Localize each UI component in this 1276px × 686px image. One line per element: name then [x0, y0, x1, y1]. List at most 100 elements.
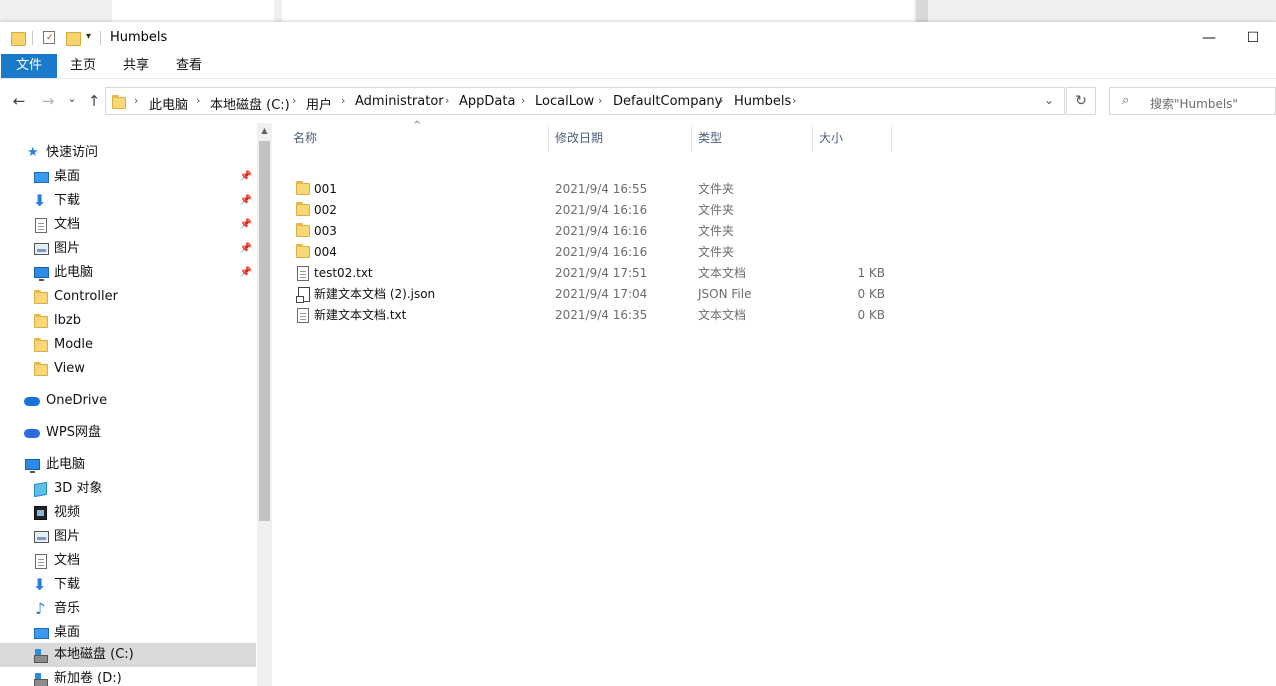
nav-item-documents-pc[interactable]: 文档: [0, 549, 252, 573]
refresh-button[interactable]: ↻: [1066, 87, 1096, 115]
file-row[interactable]: 004 2021/9/4 16:16 文件夹: [292, 242, 892, 263]
back-button[interactable]: ←: [9, 92, 29, 110]
address-bar[interactable]: › 此电脑 › 本地磁盘 (C:) › 用户 › Administrator ›…: [105, 87, 1065, 115]
nav-item-pictures[interactable]: 图片 📌: [0, 237, 252, 261]
pin-icon[interactable]: 📌: [240, 213, 252, 237]
onedrive-cloud-icon: [24, 397, 40, 406]
folder-icon: [296, 244, 310, 258]
column-divider[interactable]: [891, 125, 892, 151]
file-type: 文件夹: [698, 245, 735, 259]
breadcrumb-users[interactable]: 用户: [306, 94, 332, 113]
file-row[interactable]: test02.txt 2021/9/4 17:51 文本文档 1 KB: [292, 263, 892, 284]
forward-button[interactable]: →: [38, 92, 58, 110]
nav-item-new-volume-d[interactable]: 新加卷 (D:): [0, 667, 252, 686]
nav-item-downloads-pc[interactable]: ⬇ 下载: [0, 573, 252, 597]
minimize-button[interactable]: —: [1186, 22, 1232, 54]
column-header-date[interactable]: 修改日期: [555, 128, 603, 148]
desktop-icon: [34, 628, 49, 639]
pin-icon[interactable]: 📌: [240, 165, 252, 189]
file-row[interactable]: 001 2021/9/4 16:55 文件夹: [292, 179, 892, 200]
scroll-thumb[interactable]: [259, 141, 270, 521]
file-row[interactable]: 新建文本文档.txt 2021/9/4 16:35 文本文档 0 KB: [292, 305, 892, 326]
column-divider[interactable]: [548, 125, 549, 151]
nav-this-pc[interactable]: 此电脑: [0, 453, 252, 477]
search-input[interactable]: ⌕ 搜索"Humbels": [1109, 87, 1276, 115]
nav-item-documents[interactable]: 文档 📌: [0, 213, 252, 237]
recent-locations-button[interactable]: ⌄: [62, 92, 82, 105]
file-type: JSON File: [698, 287, 752, 301]
pin-icon[interactable]: 📌: [240, 189, 252, 213]
up-button[interactable]: ↑: [84, 92, 104, 110]
file-date: 2021/9/4 16:16: [555, 224, 648, 238]
breadcrumb-separator[interactable]: ›: [341, 94, 345, 107]
text-file-icon: [297, 266, 309, 281]
breadcrumb-separator[interactable]: ›: [196, 94, 200, 107]
maximize-button[interactable]: ☐: [1230, 22, 1276, 54]
breadcrumb-administrator[interactable]: Administrator: [355, 94, 444, 109]
tab-share[interactable]: 共享: [110, 54, 162, 78]
column-header-name[interactable]: 名称: [293, 128, 317, 148]
column-divider[interactable]: [691, 125, 692, 151]
video-icon: [34, 506, 47, 520]
nav-onedrive[interactable]: OneDrive: [0, 389, 252, 413]
file-name: 004: [314, 245, 337, 259]
file-size: 1 KB: [857, 266, 885, 280]
document-icon: [35, 554, 47, 569]
nav-label: 3D 对象: [54, 481, 103, 496]
nav-item-local-disk-c[interactable]: 本地磁盘 (C:): [0, 643, 252, 667]
breadcrumb-this-pc[interactable]: 此电脑: [149, 94, 188, 113]
file-name: 001: [314, 182, 337, 196]
nav-label: 图片: [54, 241, 81, 256]
tab-file[interactable]: 文件: [1, 54, 57, 78]
breadcrumb-separator[interactable]: ›: [521, 94, 525, 107]
customize-toolbar-icon[interactable]: ▾: [86, 31, 91, 42]
nav-item-controller[interactable]: Controller: [0, 285, 252, 309]
breadcrumb-appdata[interactable]: AppData: [459, 94, 515, 109]
address-dropdown-button[interactable]: ⌄: [1044, 93, 1054, 107]
breadcrumb-defaultcompany[interactable]: DefaultCompany: [613, 94, 722, 109]
file-name: 新建文本文档 (2).json: [314, 287, 436, 301]
navigation-scrollbar[interactable]: ▲: [257, 123, 272, 686]
breadcrumb-local-disk[interactable]: 本地磁盘 (C:): [210, 94, 290, 113]
pin-icon[interactable]: 📌: [240, 237, 252, 261]
breadcrumb-separator[interactable]: ›: [292, 94, 296, 107]
file-row[interactable]: 新建文本文档 (2).json 2021/9/4 17:04 JSON File…: [292, 284, 892, 305]
breadcrumb-locallow[interactable]: LocalLow: [535, 94, 594, 109]
nav-item-this-pc-pinned[interactable]: 此电脑 📌: [0, 261, 252, 285]
nav-item-view[interactable]: View: [0, 357, 252, 381]
nav-item-downloads[interactable]: ⬇ 下载 📌: [0, 189, 252, 213]
nav-item-music[interactable]: ♪ 音乐: [0, 597, 252, 621]
wps-cloud-icon: [24, 429, 40, 438]
new-folder-icon[interactable]: [66, 32, 81, 46]
file-type: 文件夹: [698, 182, 735, 196]
breadcrumb-separator[interactable]: ›: [134, 94, 138, 107]
nav-item-videos[interactable]: 视频: [0, 501, 252, 525]
nav-label: 文档: [54, 553, 81, 568]
properties-icon[interactable]: ✓: [43, 31, 55, 44]
nav-item-desktop[interactable]: 桌面 📌: [0, 165, 252, 189]
breadcrumb-separator[interactable]: ›: [792, 94, 796, 107]
nav-item-3d-objects[interactable]: 3D 对象: [0, 477, 252, 501]
nav-label: lbzb: [54, 313, 81, 328]
nav-item-desktop-pc[interactable]: 桌面: [0, 621, 252, 645]
file-row[interactable]: 003 2021/9/4 16:16 文件夹: [292, 221, 892, 242]
column-header-size[interactable]: 大小: [819, 128, 843, 148]
tab-view[interactable]: 查看: [164, 54, 214, 78]
scroll-up-button[interactable]: ▲: [257, 123, 272, 139]
file-row[interactable]: 002 2021/9/4 16:16 文件夹: [292, 200, 892, 221]
nav-item-pictures-pc[interactable]: 图片: [0, 525, 252, 549]
tab-home[interactable]: 主页: [58, 54, 108, 78]
breadcrumb-separator[interactable]: ›: [445, 94, 449, 107]
nav-item-modle[interactable]: Modle: [0, 333, 252, 357]
column-header-type[interactable]: 类型: [698, 128, 722, 148]
column-divider[interactable]: [812, 125, 813, 151]
nav-item-lbzb[interactable]: lbzb: [0, 309, 252, 333]
pin-icon[interactable]: 📌: [240, 261, 252, 285]
nav-wps[interactable]: WPS网盘: [0, 421, 252, 445]
folder-icon: [34, 290, 48, 304]
file-name: 003: [314, 224, 337, 238]
breadcrumb-humbels[interactable]: Humbels: [734, 94, 791, 109]
breadcrumb-separator[interactable]: ›: [598, 94, 602, 107]
nav-quick-access[interactable]: ★ 快速访问: [0, 141, 250, 165]
breadcrumb-separator[interactable]: ›: [719, 94, 723, 107]
